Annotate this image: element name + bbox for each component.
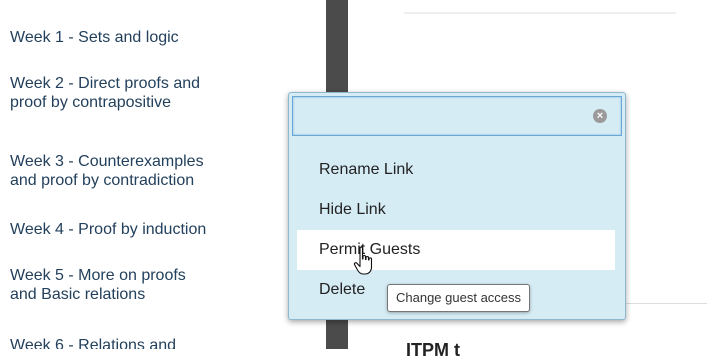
- hand-pointer-icon: [353, 246, 373, 275]
- week-6-link[interactable]: Week 6 - Relations and: [10, 336, 310, 349]
- week-1-title: Week 1 - Sets and logic: [10, 29, 179, 46]
- week-1-link[interactable]: Week 1 - Sets and logic: [10, 28, 310, 47]
- week-2-title-line2: proof by contrapositive: [10, 94, 171, 111]
- course-sidebar: Week 1 - Sets and logic Week 2 - Direct …: [0, 0, 326, 349]
- rename-link-label: Rename Link: [319, 161, 414, 178]
- change-guest-access-tooltip: Change guest access: [387, 284, 531, 312]
- week-5-title-line2: and Basic relations: [10, 286, 146, 303]
- week-5-title-line1: Week 5 - More on proofs: [10, 267, 186, 284]
- content-heading: ITPM t: [406, 340, 460, 360]
- permit-guests-menu-item[interactable]: Permit Guests: [297, 230, 615, 270]
- week-2-link[interactable]: Week 2 - Direct proofs and proof by cont…: [10, 74, 310, 112]
- week-4-link[interactable]: Week 4 - Proof by induction: [10, 220, 310, 239]
- week-3-title-line1: Week 3 - Counterexamples: [10, 153, 204, 170]
- hide-link-menu-item[interactable]: Hide Link: [297, 190, 615, 230]
- delete-label: Delete: [319, 281, 366, 298]
- content-top-rule: [404, 12, 676, 14]
- week-6-title: Week 6 - Relations and: [10, 337, 177, 349]
- hide-link-label: Hide Link: [319, 201, 386, 218]
- clear-circle-icon[interactable]: ×: [593, 109, 607, 123]
- week-3-link[interactable]: Week 3 - Counterexamples and proof by co…: [10, 152, 310, 190]
- week-3-title-line2: and proof by contradiction: [10, 172, 195, 189]
- rename-link-menu-item[interactable]: Rename Link: [297, 150, 615, 190]
- week-2-title-line1: Week 2 - Direct proofs and: [10, 75, 201, 92]
- menu-search-input[interactable]: [292, 96, 622, 136]
- week-5-link[interactable]: Week 5 - More on proofs and Basic relati…: [10, 266, 310, 304]
- week-4-title: Week 4 - Proof by induction: [10, 221, 207, 238]
